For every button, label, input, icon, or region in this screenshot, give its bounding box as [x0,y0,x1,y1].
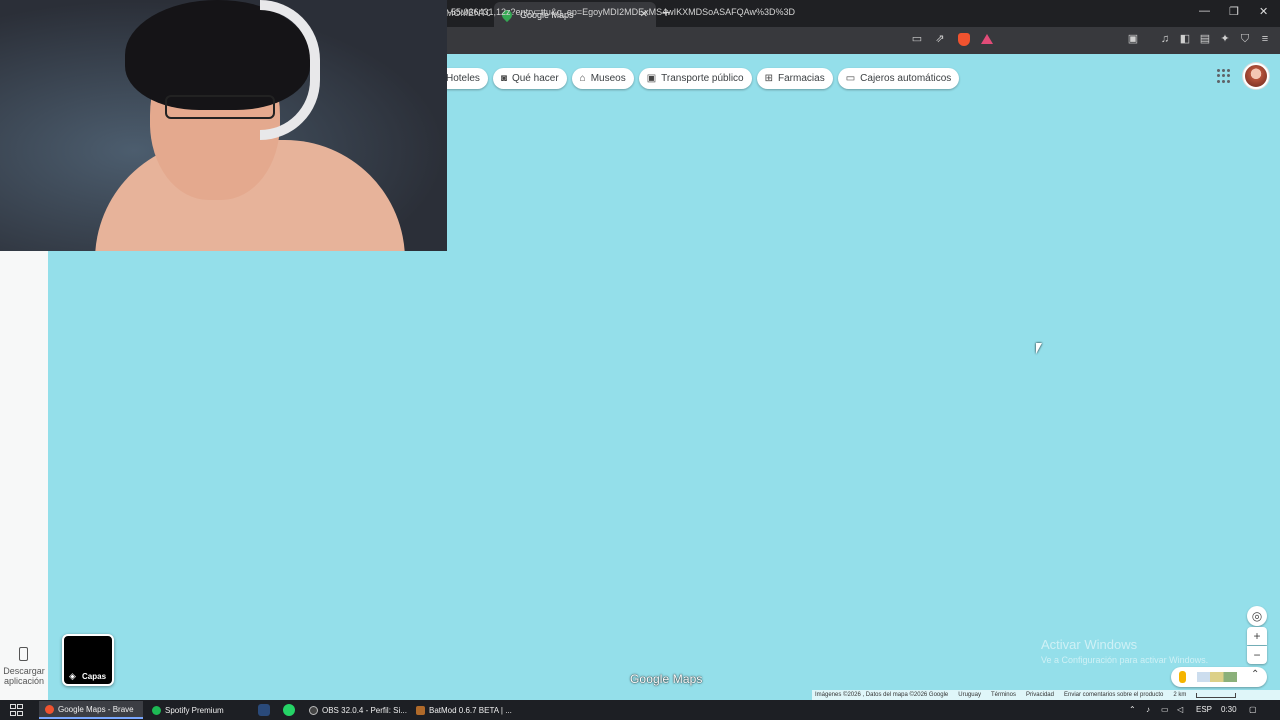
close-window-icon[interactable]: ✕ [1259,5,1268,18]
spotify-icon [152,705,161,715]
menu-icon[interactable]: ≡ [1259,33,1271,45]
chip-hoteles[interactable]: Hoteles [446,68,488,89]
brave-rewards-icon[interactable] [981,34,993,44]
wallet-icon[interactable]: ▤ [1199,33,1211,45]
imagery-thumbnails[interactable] [1197,672,1237,682]
network-icon[interactable]: ▭ [1161,705,1169,714]
street-view-bar[interactable]: ⌃ [1171,667,1267,687]
camera-icon: ◙ [500,73,507,84]
pharmacy-icon: ⊞ [764,73,774,84]
taskbar-label: Google Maps - Brave [58,704,134,714]
microphone-icon[interactable]: ♪ [1146,705,1150,714]
taskbar-obs[interactable]: OBS 32.0.4 - Perfil: Si... [303,701,407,719]
cast-icon[interactable]: ▭ [911,33,923,45]
chip-museos[interactable]: ⌂ Museos [571,68,634,89]
museum-icon: ⌂ [579,73,586,84]
layers-button[interactable]: ◈ Capas [62,634,114,686]
tray-chevron-icon[interactable]: ⌃ [1129,705,1136,714]
pegman-icon[interactable] [1179,671,1186,683]
mouse-cursor-icon [1036,343,1042,354]
taskbar-spotify[interactable]: Spotify Premium [146,701,246,719]
category-chips: Hoteles ◙ Qué hacer ⌂ Museos ▣ Transporte p… [446,68,960,89]
media-icon[interactable]: ♫ [1159,33,1171,45]
google-apps-icon[interactable] [1217,69,1231,83]
activation-watermark-sub: Ve a Configuración para activar Windows. [1041,655,1209,665]
map-footer: Imágenes ©2026 , Datos del mapa ©2026 Go… [812,690,1280,700]
chip-label: Cajeros automáticos [860,73,952,84]
chip-transporte[interactable]: ▣ Transporte público [638,68,752,89]
left-rail [0,251,48,700]
zoom-in-button[interactable]: + [1247,627,1267,645]
screenshot-icon[interactable]: ▣ [1127,33,1139,45]
chip-label: Hoteles [446,73,480,84]
brave-icon [45,704,54,714]
scale-bar [1196,692,1237,698]
terms-link[interactable]: Términos [991,692,1016,698]
obs-icon [309,705,318,715]
webcam-glasses [165,95,275,119]
chevron-up-icon[interactable]: ⌃ [1251,669,1259,680]
language-indicator[interactable]: ESP [1196,705,1212,714]
phone-icon[interactable] [19,647,28,661]
volume-icon[interactable]: ◁ [1177,705,1183,714]
privacy-link[interactable]: Privacidad [1026,692,1054,698]
account-avatar[interactable] [1243,63,1269,89]
imagery-credit: Imágenes ©2026 , Datos del mapa ©2026 Go… [815,692,949,698]
minimize-icon[interactable]: — [1199,5,1210,17]
taskbar-batmod[interactable]: BatMod 0.6.7 BETA | ... [410,701,514,719]
chip-label: Farmacias [778,73,825,84]
download-app-link[interactable]: Descargar aplicación [0,666,48,686]
whatsapp-icon[interactable] [283,704,295,716]
taskbar-brave[interactable]: Google Maps - Brave [39,701,143,719]
sidebar-icon[interactable]: ◧ [1179,33,1191,45]
chip-farmacias[interactable]: ⊞ Farmacias [756,68,833,89]
vpn-icon[interactable]: ⛉ [1239,33,1251,45]
taskbar-label: Spotify Premium [165,705,224,715]
minecraft-icon [416,705,425,715]
atm-icon: ▭ [845,73,856,84]
restore-icon[interactable]: ❐ [1229,5,1239,18]
clock[interactable]: 0:30 [1221,705,1237,714]
layers-label: Capas [82,672,107,681]
chip-label: Museos [590,73,626,84]
brave-shields-icon[interactable] [958,33,970,46]
layers-icon: ◈ [69,671,76,681]
my-location-button[interactable]: ◎ [1247,606,1267,626]
chip-label: Qué hacer [511,73,559,84]
country-link[interactable]: Uruguay [958,692,981,698]
taskbar-label: OBS 32.0.4 - Perfil: Si... [322,705,407,715]
webcam-overlay [0,0,447,251]
taskbar-label: BatMod 0.6.7 BETA | ... [429,705,512,715]
scale-label[interactable]: 2 km [1173,692,1186,698]
google-maps-logo: Google Maps [630,672,703,686]
zoom-out-button[interactable]: − [1247,646,1267,664]
chip-cajeros[interactable]: ▭ Cajeros automáticos [837,68,960,89]
bus-icon: ▣ [646,73,657,84]
activation-watermark-title: Activar Windows [1041,637,1138,652]
url-field[interactable]: -55.036431,12z?entry=ttu&g_ep=EgoyMDI2MD… [448,7,795,17]
feedback-link[interactable]: Enviar comentarios sobre el producto [1064,692,1163,698]
chip-que-hacer[interactable]: ◙ Qué hacer [492,68,567,89]
share-icon[interactable]: ⇗ [934,33,946,45]
steam-icon[interactable] [258,704,270,716]
notifications-icon[interactable]: ▢ [1249,705,1257,714]
chip-label: Transporte público [661,73,744,84]
start-icon[interactable] [10,704,23,716]
leo-ai-icon[interactable]: ✦ [1219,33,1231,45]
